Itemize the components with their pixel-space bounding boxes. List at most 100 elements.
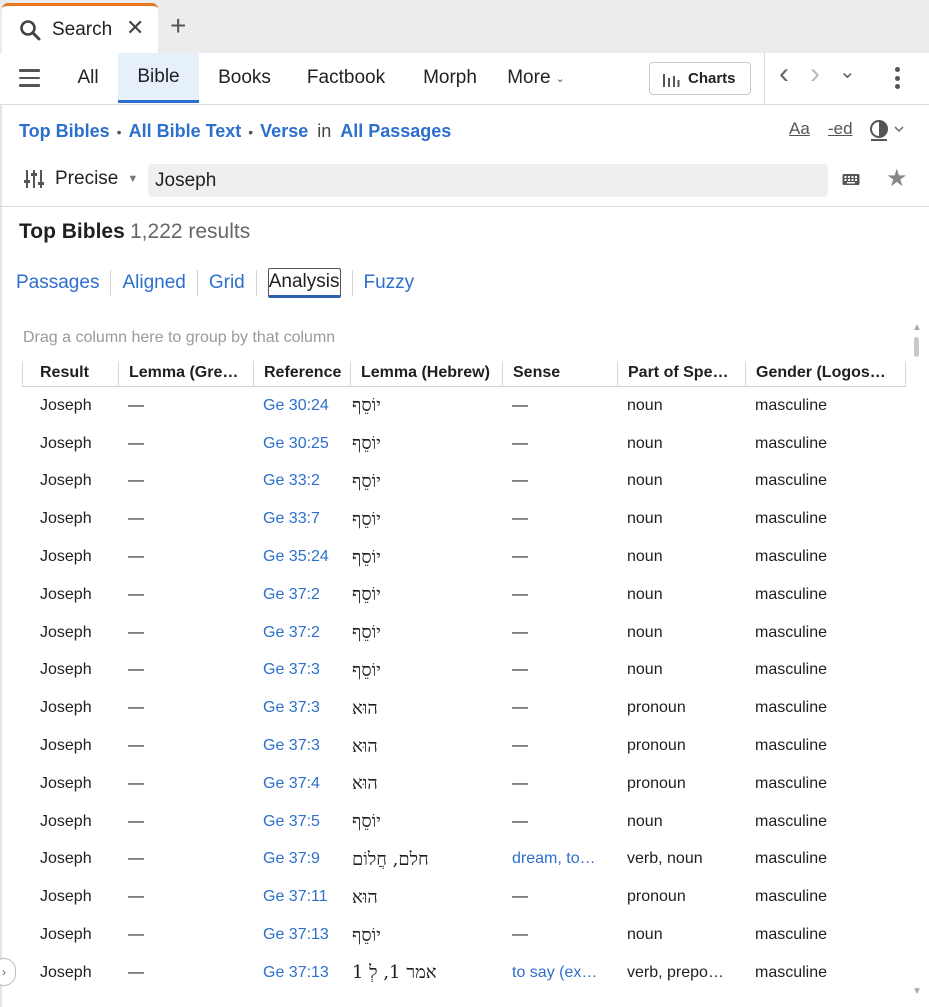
cell-sense[interactable]: dream, to… bbox=[512, 841, 612, 879]
cell-lemma-greek: — bbox=[128, 538, 248, 576]
grid-scrollbar[interactable]: ▲ ▼ bbox=[911, 322, 923, 1002]
view-tab-aligned[interactable]: Aligned bbox=[111, 270, 198, 296]
table-row[interactable]: Joseph — Ge 37:13 אמר 1, לְ 1 to say (ex… ver… bbox=[22, 954, 906, 992]
cell-reference-text[interactable]: Ge 33:2 bbox=[263, 472, 320, 490]
keyboard-icon[interactable] bbox=[842, 172, 860, 187]
expand-panel-icon[interactable]: › bbox=[0, 958, 16, 986]
cell-reference-text[interactable]: Ge 35:24 bbox=[263, 548, 329, 566]
cell-reference[interactable]: Ge 35:24 bbox=[263, 538, 350, 576]
scroll-up-icon[interactable]: ▲ bbox=[912, 322, 922, 333]
cell-reference-text[interactable]: Ge 37:3 bbox=[263, 661, 320, 679]
cell-reference[interactable]: Ge 33:2 bbox=[263, 463, 350, 501]
column-header-lemma-greek[interactable]: Lemma (Gre… bbox=[118, 361, 253, 387]
tab-factbook[interactable]: Factbook bbox=[296, 53, 396, 103]
table-row[interactable]: Joseph — Ge 37:9 חלם, חֲלוֹם dream, to… verb,… bbox=[22, 841, 906, 879]
search-mode-dropdown[interactable]: Precise ▼ bbox=[23, 168, 138, 190]
table-row[interactable]: Joseph — Ge 37:3 הוּא — pronoun masculine bbox=[22, 689, 906, 727]
cell-reference-text[interactable]: Ge 37:13 bbox=[263, 964, 329, 982]
column-header-reference[interactable]: Reference bbox=[253, 361, 350, 387]
table-row[interactable]: Joseph — Ge 37:11 הוּא — pronoun masculine bbox=[22, 878, 906, 916]
scope-bibles-link[interactable]: Top Bibles bbox=[19, 121, 110, 142]
cell-reference[interactable]: Ge 37:3 bbox=[263, 652, 350, 690]
tab-bible[interactable]: Bible bbox=[118, 53, 199, 103]
cell-sense[interactable]: to say (ex… bbox=[512, 954, 612, 992]
table-row[interactable]: Joseph — Ge 35:24 יוֹסֵף — noun masculine bbox=[22, 538, 906, 576]
search-input[interactable]: Joseph bbox=[148, 164, 828, 197]
view-tab-fuzzy[interactable]: Fuzzy bbox=[351, 270, 426, 296]
cell-reference[interactable]: Ge 37:4 bbox=[263, 765, 350, 803]
tab-all[interactable]: All bbox=[62, 53, 114, 103]
cell-reference[interactable]: Ge 37:13 bbox=[263, 916, 350, 954]
cell-sense-text[interactable]: to say (ex… bbox=[512, 964, 597, 982]
column-header-gender[interactable]: Gender (Logos… bbox=[745, 361, 906, 387]
group-by-hint[interactable]: Drag a column here to group by that colu… bbox=[23, 329, 335, 347]
table-row[interactable]: Joseph — Ge 30:25 יוֹסֵף — noun masculine bbox=[22, 425, 906, 463]
cell-reference[interactable]: Ge 37:13 bbox=[263, 954, 350, 992]
cell-reference-text[interactable]: Ge 37:13 bbox=[263, 926, 329, 944]
table-row[interactable]: Joseph — Ge 37:5 יוֹסֵף — noun masculine bbox=[22, 803, 906, 841]
cell-reference-text[interactable]: Ge 30:25 bbox=[263, 435, 329, 453]
cell-reference[interactable]: Ge 37:11 bbox=[263, 878, 350, 916]
charts-button[interactable]: Charts bbox=[649, 62, 751, 95]
table-row[interactable]: Joseph — Ge 37:2 יוֹסֵף — noun masculine bbox=[22, 576, 906, 614]
inflection-icon[interactable]: -ed bbox=[828, 119, 853, 139]
plus-icon[interactable]: + bbox=[170, 12, 186, 40]
cell-reference-text[interactable]: Ge 37:4 bbox=[263, 775, 320, 793]
cell-reference[interactable]: Ge 30:24 bbox=[263, 387, 350, 425]
tab-more[interactable]: More ⌄ bbox=[500, 53, 572, 103]
column-header-lemma-hebrew[interactable]: Lemma (Hebrew) bbox=[350, 361, 502, 387]
cell-reference-text[interactable]: Ge 37:11 bbox=[263, 888, 328, 906]
table-row[interactable]: Joseph — Ge 37:13 יוֹסֵף — noun masculine bbox=[22, 916, 906, 954]
cell-reference[interactable]: Ge 37:5 bbox=[263, 803, 350, 841]
cell-reference-text[interactable]: Ge 37:5 bbox=[263, 813, 320, 831]
cell-lemma-greek: — bbox=[128, 841, 248, 879]
scope-unit-link[interactable]: Verse bbox=[260, 121, 308, 142]
text-size-icon[interactable]: Aa bbox=[789, 119, 810, 139]
scroll-thumb[interactable] bbox=[914, 337, 919, 357]
view-tab-analysis[interactable]: Analysis bbox=[267, 268, 341, 298]
tab-books[interactable]: Books bbox=[204, 53, 285, 103]
table-row[interactable]: Joseph — Ge 33:2 יוֹסֵף — noun masculine bbox=[22, 463, 906, 501]
cell-reference[interactable]: Ge 37:2 bbox=[263, 576, 350, 614]
more-vert-icon[interactable] bbox=[895, 67, 901, 91]
cell-reference[interactable]: Ge 37:2 bbox=[263, 614, 350, 652]
cell-reference[interactable]: Ge 30:25 bbox=[263, 425, 350, 463]
scope-range-link[interactable]: All Passages bbox=[340, 121, 451, 142]
table-row[interactable]: Joseph — Ge 37:3 יוֹסֵף — noun masculine bbox=[22, 652, 906, 690]
cell-reference-text[interactable]: Ge 33:7 bbox=[263, 510, 320, 528]
tab-morph[interactable]: Morph bbox=[410, 53, 490, 103]
table-row[interactable]: Joseph — Ge 33:7 יוֹסֵף — noun masculine bbox=[22, 500, 906, 538]
cell-reference[interactable]: Ge 37:3 bbox=[263, 689, 350, 727]
column-header-sense[interactable]: Sense bbox=[502, 361, 617, 387]
view-tab-grid[interactable]: Grid bbox=[198, 270, 257, 296]
search-tab[interactable]: Search ✕ bbox=[2, 3, 158, 53]
table-row[interactable]: Joseph — Ge 37:3 הוּא — pronoun masculine bbox=[22, 727, 906, 765]
star-icon[interactable]: ★ bbox=[886, 165, 908, 193]
table-row[interactable]: Joseph — Ge 37:4 הוּא — pronoun masculine bbox=[22, 765, 906, 803]
table-row[interactable]: Joseph — Ge 30:24 יוֹסֵף — noun masculine bbox=[22, 387, 906, 425]
cell-sense-text[interactable]: dream, to… bbox=[512, 850, 596, 868]
menu-icon[interactable] bbox=[19, 69, 40, 87]
close-icon[interactable]: ✕ bbox=[126, 16, 144, 40]
scroll-down-icon[interactable]: ▼ bbox=[912, 986, 922, 997]
contrast-icon[interactable] bbox=[869, 118, 905, 147]
cell-reference-text[interactable]: Ge 37:3 bbox=[263, 737, 320, 755]
view-tab-passages[interactable]: Passages bbox=[16, 270, 112, 296]
column-header-part-of-speech[interactable]: Part of Spe… bbox=[617, 361, 745, 387]
cell-reference-text[interactable]: Ge 37:3 bbox=[263, 699, 320, 717]
cell-reference-text[interactable]: Ge 30:24 bbox=[263, 397, 329, 415]
cell-reference[interactable]: Ge 37:3 bbox=[263, 727, 350, 765]
cell-reference-text[interactable]: Ge 37:2 bbox=[263, 624, 320, 642]
cell-reference[interactable]: Ge 37:9 bbox=[263, 841, 350, 879]
cell-reference[interactable]: Ge 33:7 bbox=[263, 500, 350, 538]
cell-reference-text[interactable]: Ge 37:9 bbox=[263, 850, 320, 868]
search-toolbar: All Bible Books Factbook Morph More ⌄ Ch… bbox=[0, 53, 929, 105]
table-row[interactable]: Joseph — Ge 37:2 יוֹסֵף — noun masculine bbox=[22, 614, 906, 652]
cell-lemma-hebrew-text: הוּא bbox=[352, 697, 378, 719]
cell-reference-text[interactable]: Ge 37:2 bbox=[263, 586, 320, 604]
back-icon[interactable]: ‹ bbox=[779, 57, 789, 91]
column-header-result[interactable]: Result bbox=[22, 361, 118, 387]
chevron-down-icon[interactable]: ⌄ bbox=[839, 59, 856, 84]
scope-text-link[interactable]: All Bible Text bbox=[129, 121, 242, 142]
forward-icon[interactable]: › bbox=[810, 57, 820, 91]
